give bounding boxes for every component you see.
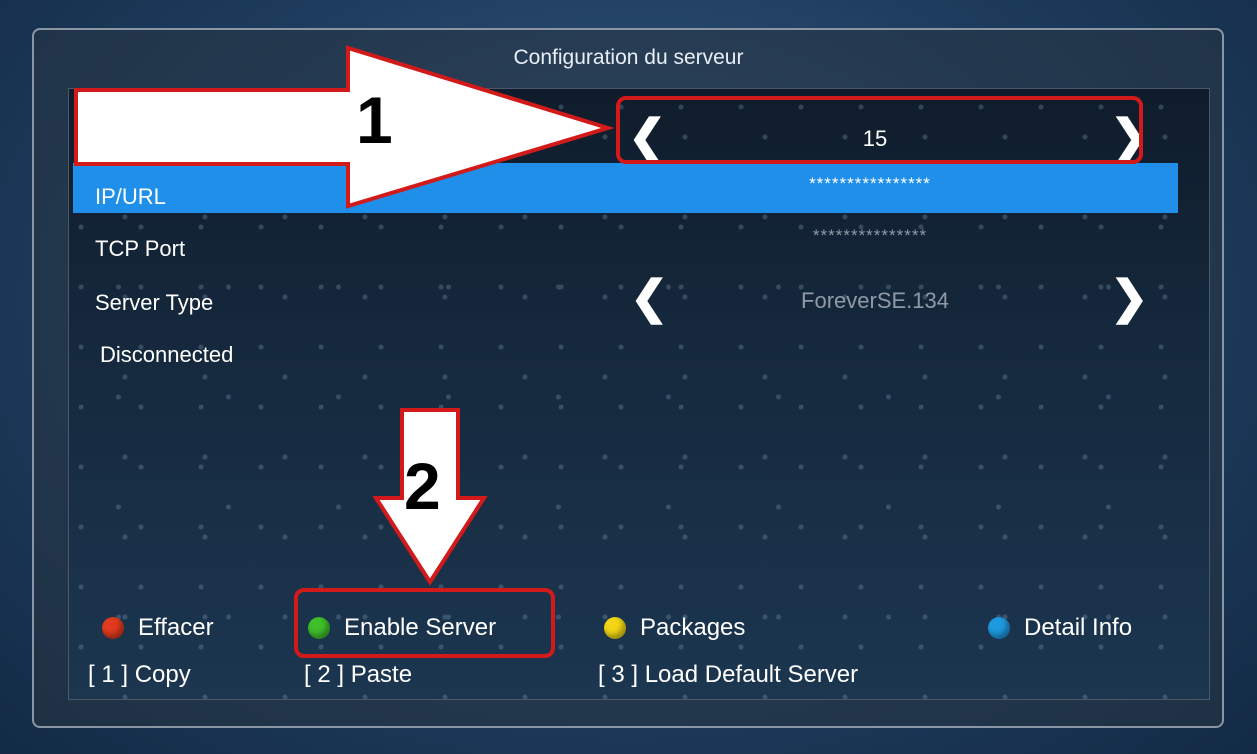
annotation-arrow-right-icon	[74, 45, 615, 209]
callout-box-selector	[616, 96, 1143, 164]
annotation-number-1: 1	[356, 83, 393, 157]
annotation-number-2: 2	[404, 449, 441, 523]
callout-box-enable-server	[294, 588, 555, 658]
